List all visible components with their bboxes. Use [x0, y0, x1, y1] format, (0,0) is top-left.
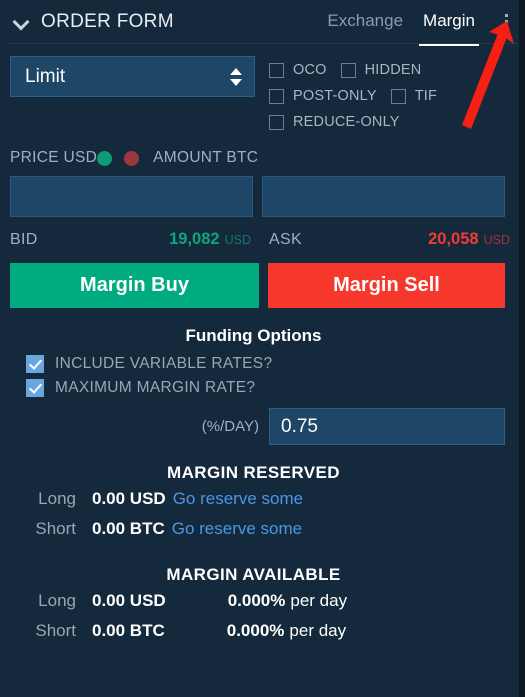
table-row: Long 0.00 USD Go reserve some — [0, 489, 519, 517]
flag-line-2: POST-ONLY TIF — [269, 84, 451, 108]
price-amount-labels: PRICE USD AMOUNT BTC — [0, 134, 519, 167]
bid-label: BID — [10, 231, 38, 248]
flag-label-post-only: POST-ONLY — [293, 88, 377, 104]
flag-oco[interactable]: OCO — [269, 62, 327, 78]
funding-options-title: Funding Options — [185, 326, 322, 345]
price-amount-inputs — [0, 167, 519, 217]
order-form-panel: ORDER FORM Exchange Margin Limit OCO HID… — [0, 0, 525, 697]
checkbox-tif[interactable] — [390, 88, 406, 104]
checkbox-hidden[interactable] — [340, 62, 356, 78]
checkbox-reduce-only[interactable] — [269, 114, 284, 130]
flag-tif[interactable]: TIF — [390, 88, 438, 104]
margin-available-rows: Long 0.00 USD 0.000% per day Short 0.00 B… — [0, 585, 519, 649]
price-input[interactable] — [10, 176, 253, 217]
row-rate-suffix: per day — [289, 621, 347, 640]
checkbox-post-only[interactable] — [269, 88, 284, 104]
green-status-dot-icon — [97, 150, 113, 166]
row-amount: 0.00 BTC — [92, 621, 165, 640]
panel-header: ORDER FORM Exchange Margin — [0, 0, 519, 46]
rate-input[interactable] — [269, 408, 505, 445]
row-amount: 0.00 USD — [92, 591, 166, 610]
amount-input[interactable] — [262, 176, 505, 217]
funding-option-label: INCLUDE VARIABLE RATES? — [55, 355, 273, 372]
flag-reduce-only[interactable]: REDUCE-ONLY — [269, 114, 400, 130]
row-rate: 0.000% — [226, 621, 285, 640]
row-amount: 0.00 USD — [92, 489, 166, 508]
amount-label: AMOUNT BTC — [153, 149, 259, 166]
checkbox-oco[interactable] — [269, 62, 284, 78]
kebab-dot — [504, 19, 508, 23]
tab-margin[interactable]: Margin — [419, 0, 479, 46]
tab-exchange[interactable]: Exchange — [327, 0, 403, 46]
ask-value: 20,058 — [428, 230, 479, 248]
row-rate-group: 0.000% per day — [228, 591, 347, 611]
row-rate-group: 0.000% per day — [227, 621, 346, 641]
bid-group[interactable]: BID 19,082 USD — [10, 230, 260, 249]
flag-hidden[interactable]: HIDDEN — [340, 62, 422, 78]
flag-label-oco: OCO — [293, 62, 327, 78]
table-row: Short 0.00 BTC Go reserve some — [0, 519, 519, 547]
header-tabs: Exchange Margin — [327, 0, 519, 46]
funding-options-list: INCLUDE VARIABLE RATES? MAXIMUM MARGIN R… — [0, 346, 519, 397]
price-label: PRICE USD — [10, 149, 98, 166]
ask-currency: USD — [483, 233, 510, 247]
margin-reserved-rows: Long 0.00 USD Go reserve some Short 0.00… — [0, 483, 519, 547]
order-type-value: Limit — [25, 65, 66, 87]
margin-buy-button[interactable]: Margin Buy — [10, 263, 259, 308]
order-type-select[interactable]: Limit — [10, 56, 255, 97]
row-side: Short — [35, 519, 76, 538]
margin-sell-button[interactable]: Margin Sell — [268, 263, 505, 308]
row-rate: 0.000% — [227, 591, 286, 610]
updown-spinner-icon[interactable] — [230, 66, 242, 88]
reserve-link[interactable]: Go reserve some — [173, 489, 303, 509]
margin-reserved-title: MARGIN RESERVED — [167, 463, 340, 482]
row-side: Long — [38, 489, 76, 508]
checkbox-maximum-margin-rate[interactable] — [26, 379, 44, 397]
checkbox-include-variable-rates[interactable] — [26, 355, 44, 373]
rate-row: (%/DAY) — [0, 397, 519, 445]
funding-option-maximum-margin-rate[interactable]: MAXIMUM MARGIN RATE? — [26, 379, 519, 397]
kebab-dot — [504, 25, 508, 29]
row-rate-suffix: per day — [290, 591, 348, 610]
kebab-dot — [504, 13, 508, 17]
rate-unit-label: (%/DAY) — [201, 418, 259, 435]
row-side: Short — [35, 621, 76, 640]
row-side: Long — [38, 591, 76, 610]
red-status-dot-icon — [124, 150, 140, 166]
flag-label-hidden: HIDDEN — [364, 62, 422, 78]
funding-option-include-variable-rates[interactable]: INCLUDE VARIABLE RATES? — [26, 355, 519, 373]
table-row: Short 0.00 BTC 0.000% per day — [0, 621, 519, 649]
ask-label: ASK — [269, 231, 302, 248]
flag-label-reduce-only: REDUCE-ONLY — [293, 114, 400, 130]
order-type-row: Limit OCO HIDDEN POST-ONLY TIF REDUCE-ON… — [0, 44, 519, 134]
kebab-menu-icon[interactable] — [495, 0, 517, 44]
bid-currency: USD — [224, 233, 251, 247]
funding-option-label: MAXIMUM MARGIN RATE? — [55, 379, 256, 396]
order-actions: Margin Buy Margin Sell — [0, 249, 519, 308]
page-title: ORDER FORM — [41, 11, 174, 32]
flag-label-tif: TIF — [414, 88, 438, 104]
bid-ask-row: BID 19,082 USD ASK 20,058 USD — [0, 217, 519, 249]
reserve-link[interactable]: Go reserve some — [172, 519, 302, 539]
margin-available-title: MARGIN AVAILABLE — [166, 565, 341, 584]
row-amount: 0.00 BTC — [92, 519, 165, 538]
flag-post-only[interactable]: POST-ONLY — [269, 88, 377, 104]
flag-line-3: REDUCE-ONLY — [269, 110, 451, 134]
chevron-down-icon[interactable] — [14, 14, 30, 30]
ask-group[interactable]: ASK 20,058 USD — [260, 230, 519, 249]
bid-value: 19,082 — [169, 230, 220, 248]
table-row: Long 0.00 USD 0.000% per day — [0, 591, 519, 619]
flag-line-1: OCO HIDDEN — [269, 58, 451, 82]
order-flags: OCO HIDDEN POST-ONLY TIF REDUCE-ONLY — [255, 56, 451, 134]
